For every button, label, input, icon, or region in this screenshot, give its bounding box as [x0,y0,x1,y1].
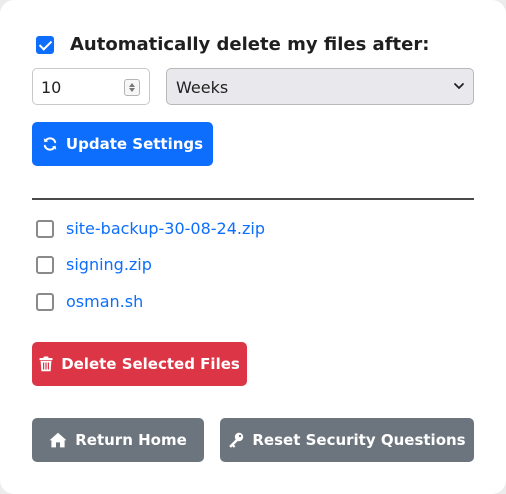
spinner-up-icon[interactable] [129,83,135,87]
file-list-item: signing.zip [36,255,152,274]
file-link[interactable]: osman.sh [66,292,143,311]
delete-after-unit-select[interactable]: Weeks [166,68,474,105]
delete-after-amount-input[interactable]: 10 [32,68,150,105]
file-checkbox[interactable] [36,219,54,238]
delete-selected-files-button[interactable]: Delete Selected Files [32,342,247,386]
spinner-down-icon[interactable] [129,88,135,92]
sync-icon [43,137,57,151]
file-checkbox[interactable] [36,255,54,274]
file-link[interactable]: signing.zip [66,255,152,274]
update-settings-button[interactable]: Update Settings [32,122,213,166]
auto-delete-label: Automatically delete my files after: [70,34,430,55]
file-link[interactable]: site-backup-30-08-24.zip [66,219,265,238]
chevron-down-icon [454,83,464,89]
reset-security-questions-button[interactable]: Reset Security Questions [220,418,474,462]
file-list-item: site-backup-30-08-24.zip [36,219,265,238]
key-icon [229,432,244,448]
auto-delete-row: Automatically delete my files after: [36,34,429,55]
trash-icon [39,356,53,372]
unit-selected-value: Weeks [176,78,229,97]
return-home-button[interactable]: Return Home [32,418,204,462]
amount-value: 10 [41,78,62,97]
update-settings-label: Update Settings [65,135,204,153]
delete-selected-label: Delete Selected Files [61,355,240,373]
file-checkbox[interactable] [36,292,54,311]
auto-delete-checkbox[interactable] [36,35,54,54]
home-icon [49,432,67,448]
section-divider [32,198,474,200]
return-home-label: Return Home [75,431,187,449]
file-list-item: osman.sh [36,292,143,311]
settings-card: Automatically delete my files after: 10 … [0,0,506,494]
reset-security-label: Reset Security Questions [252,431,466,449]
number-spinner[interactable] [124,79,140,96]
